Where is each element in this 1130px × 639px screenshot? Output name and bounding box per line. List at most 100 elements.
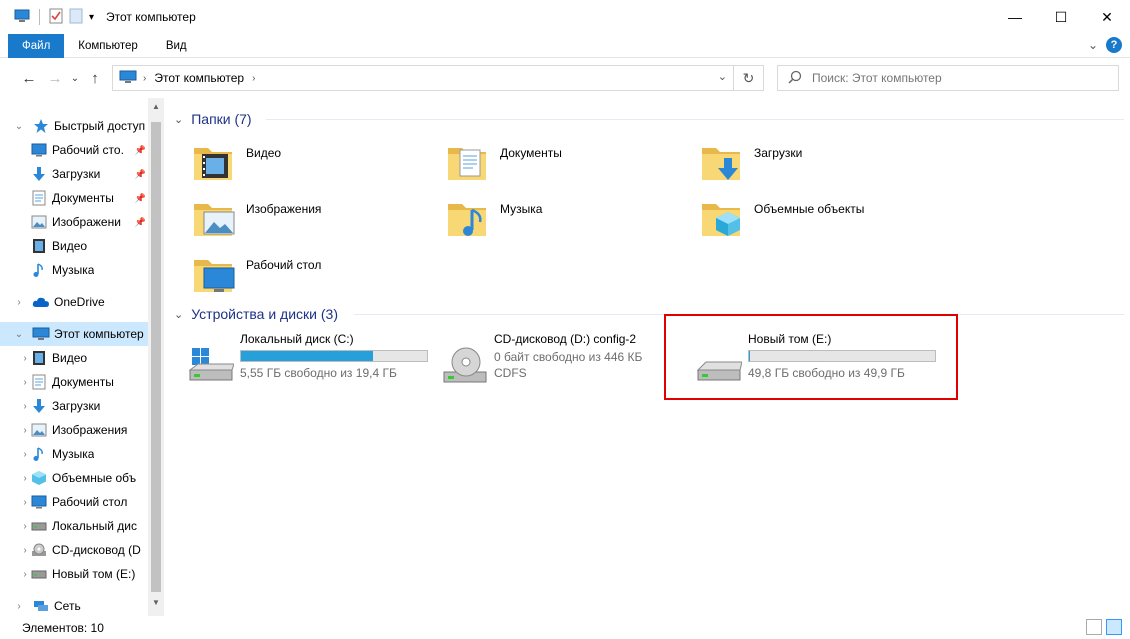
properties-icon[interactable] <box>49 8 63 27</box>
tab-view[interactable]: Вид <box>152 34 201 58</box>
window-title: Этот компьютер <box>106 10 196 24</box>
chevron-right-icon[interactable]: › <box>20 425 30 436</box>
chevron-right-icon[interactable]: › <box>20 497 30 508</box>
tree-item[interactable]: ⌄ Быстрый доступ <box>0 114 148 138</box>
recent-locations-button[interactable]: ⌄ <box>68 65 82 91</box>
tree-item[interactable]: › Загрузки <box>0 394 148 418</box>
cd-icon <box>30 542 48 558</box>
tiles-view-icon[interactable] <box>1106 619 1122 635</box>
tree-item[interactable]: Документы 📌 <box>0 186 148 210</box>
folder-label: Загрузки <box>754 146 803 160</box>
tree-item[interactable]: › Локальный дис <box>0 514 148 538</box>
tree-item[interactable]: Рабочий сто. 📌 <box>0 138 148 162</box>
search-icon <box>788 70 802 87</box>
folder-music-icon <box>446 196 492 242</box>
chevron-down-icon[interactable]: ⌄ <box>12 329 26 340</box>
chevron-down-icon: ⌄ <box>174 113 184 126</box>
breadcrumb-separator[interactable]: › <box>252 73 255 84</box>
chevron-down-icon[interactable]: ⌄ <box>12 121 26 132</box>
tree-item-label: Загрузки <box>52 399 101 413</box>
forward-button[interactable]: → <box>42 65 68 91</box>
video-icon <box>30 350 48 366</box>
folder-tile[interactable]: Рабочий стол <box>192 252 432 306</box>
devices-group-title: Устройства и диски (3) <box>191 306 338 322</box>
system-drive-icon <box>188 346 235 386</box>
maximize-button[interactable]: ☐ <box>1038 0 1084 34</box>
address-bar[interactable]: › Этот компьютер › ⌄ <box>112 65 734 91</box>
folder-tile[interactable]: Документы <box>446 140 686 194</box>
close-button[interactable]: ✕ <box>1084 0 1130 34</box>
drive-tile[interactable]: CD-дисковод (D:) config-2 0 байт свободно… <box>438 332 688 396</box>
tree-item[interactable]: Загрузки 📌 <box>0 162 148 186</box>
tree-item[interactable]: ⌄ Этот компьютер <box>0 322 148 346</box>
folder-download-icon <box>700 140 746 186</box>
chevron-right-icon[interactable]: › <box>20 521 30 532</box>
breadcrumb-this-pc[interactable]: Этот компьютер <box>154 71 244 85</box>
folder-tile[interactable]: Музыка <box>446 196 686 250</box>
tree-item[interactable]: › Видео <box>0 346 148 370</box>
tree-item[interactable]: Видео <box>0 234 148 258</box>
tree-item[interactable]: › Музыка <box>0 442 148 466</box>
help-icon[interactable]: ? <box>1106 37 1122 53</box>
tab-file[interactable]: Файл <box>8 33 65 58</box>
chevron-right-icon[interactable]: › <box>20 569 30 580</box>
chevron-right-icon[interactable]: › <box>20 449 30 460</box>
details-view-icon[interactable] <box>1086 619 1102 635</box>
folder-tile[interactable]: Загрузки <box>700 140 940 194</box>
chevron-right-icon[interactable]: › <box>20 377 30 388</box>
devices-group-header[interactable]: ⌄ Устройства и диски (3) <box>174 304 338 324</box>
ribbon-tabs: Файл Компьютер Вид ⌄ ? <box>0 33 1130 58</box>
folders-group-header[interactable]: ⌄ Папки (7) <box>174 109 252 129</box>
star-icon <box>32 118 50 134</box>
tree-item[interactable]: Музыка <box>0 258 148 282</box>
scroll-thumb[interactable] <box>151 122 161 592</box>
tree-item[interactable]: › Новый том (E:) <box>0 562 148 586</box>
drive-tile[interactable]: Локальный диск (C:) 5,55 ГБ свободно из 1… <box>184 332 434 396</box>
tree-item[interactable]: › Сеть <box>0 594 148 616</box>
search-input[interactable] <box>812 71 1102 85</box>
picture-icon <box>30 422 48 438</box>
chevron-right-icon[interactable]: › <box>20 401 30 412</box>
back-button[interactable]: ← <box>16 65 42 91</box>
scroll-down-icon[interactable]: ▼ <box>148 594 164 610</box>
chevron-right-icon[interactable]: › <box>20 545 30 556</box>
tree-item-label: Локальный дис <box>52 519 137 533</box>
folder-tile[interactable]: Объемные объекты <box>700 196 940 250</box>
drive-icon <box>30 566 48 582</box>
breadcrumb-separator[interactable]: › <box>143 73 146 84</box>
tree-item-label: Видео <box>52 351 88 365</box>
chevron-right-icon[interactable]: › <box>12 601 26 612</box>
tree-item[interactable]: › Рабочий стол <box>0 490 148 514</box>
up-button[interactable]: ↑ <box>82 65 108 91</box>
chevron-right-icon[interactable]: › <box>12 297 26 308</box>
refresh-button[interactable]: ↻ <box>734 65 764 91</box>
tree-item[interactable]: › OneDrive <box>0 290 148 314</box>
desktop-icon <box>30 142 48 158</box>
tab-computer[interactable]: Компьютер <box>64 34 152 58</box>
tree-item[interactable]: › Документы <box>0 370 148 394</box>
content-pane: ⌄ Папки (7) Видео Документы Загрузки Изобра… <box>166 98 1130 616</box>
computer-icon[interactable] <box>14 9 30 26</box>
new-folder-icon[interactable] <box>69 8 83 27</box>
tree-item[interactable]: › Объемные объ <box>0 466 148 490</box>
nav-scrollbar[interactable]: ▲ ▼ <box>148 98 164 616</box>
search-box[interactable] <box>777 65 1119 91</box>
tree-item[interactable]: › CD-дисковод (D <box>0 538 148 562</box>
folder-tile[interactable]: Видео <box>192 140 432 194</box>
document-icon <box>30 190 48 206</box>
tree-item-label: CD-дисковод (D <box>52 543 141 557</box>
chevron-right-icon[interactable]: › <box>20 353 30 364</box>
chevron-down-icon[interactable]: ▾ <box>89 12 94 23</box>
folder-tile[interactable]: Изображения <box>192 196 432 250</box>
scroll-up-icon[interactable]: ▲ <box>148 98 164 114</box>
folder-cube-icon <box>700 196 746 242</box>
tree-item[interactable]: Изображени 📌 <box>0 210 148 234</box>
tree-item[interactable]: › Изображения <box>0 418 148 442</box>
pin-icon: 📌 <box>134 216 146 227</box>
expand-ribbon-icon[interactable]: ⌄ <box>1088 38 1098 52</box>
chevron-right-icon[interactable]: › <box>20 473 30 484</box>
item-count: Элементов: 10 <box>22 620 104 635</box>
folder-document-icon <box>446 140 492 186</box>
minimize-button[interactable]: — <box>992 0 1038 34</box>
address-dropdown-icon[interactable]: ⌄ <box>718 70 727 83</box>
